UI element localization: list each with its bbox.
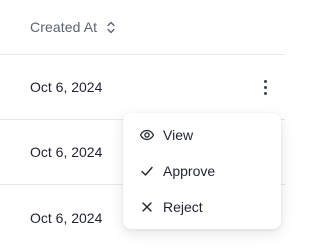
table-header: Created At: [0, 0, 285, 55]
check-icon: [139, 163, 155, 179]
menu-item-label: Approve: [163, 163, 216, 179]
column-header-created-at: Created At: [30, 19, 98, 35]
row-actions-menu: View Approve Reject: [123, 113, 281, 229]
menu-item-view[interactable]: View: [123, 117, 281, 153]
menu-item-approve[interactable]: Approve: [123, 153, 281, 189]
menu-item-label: View: [163, 127, 194, 143]
menu-item-reject[interactable]: Reject: [123, 189, 281, 225]
chevron-up-down-icon[interactable]: [105, 20, 117, 34]
more-vertical-icon[interactable]: [259, 78, 271, 96]
table-row: Oct 6, 2024: [0, 55, 285, 120]
menu-item-label: Reject: [163, 199, 203, 215]
created-at-cell: Oct 6, 2024: [30, 79, 103, 95]
table-view: Created At Oct 6, 2024 Oct 6, 2024 Oct 6…: [0, 0, 300, 251]
created-at-cell: Oct 6, 2024: [30, 144, 103, 160]
x-icon: [139, 199, 155, 215]
created-at-cell: Oct 6, 2024: [30, 210, 103, 226]
eye-icon: [139, 127, 155, 143]
